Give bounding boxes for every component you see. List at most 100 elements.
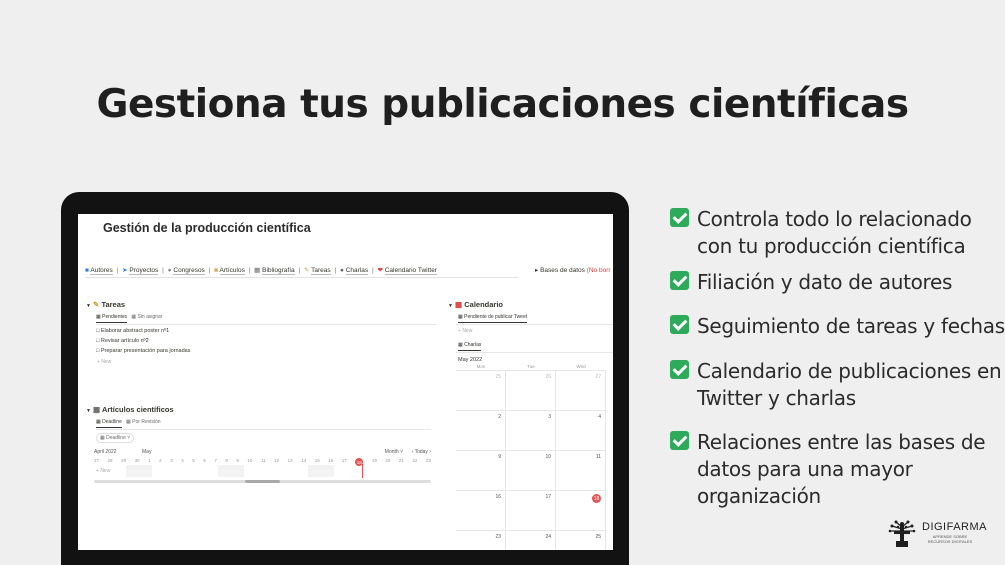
calendar-day-number: 4	[598, 414, 601, 420]
checkmark-icon	[670, 315, 689, 334]
calendar-day-cell[interactable]: 2	[456, 411, 506, 451]
calendar-day-cell[interactable]: 11	[556, 451, 606, 491]
tab-divider	[96, 429, 431, 430]
articulos-heading[interactable]: ▼ ▦ Artículos científicos	[86, 405, 174, 414]
calendar-day-cell[interactable]: 18	[556, 491, 606, 531]
nav-link-calendario-twitter[interactable]: Calendario Twitter	[384, 267, 438, 275]
tab-divider	[456, 352, 613, 353]
calendar-day-cell[interactable]: 24	[506, 531, 556, 550]
checkmark-icon	[670, 208, 689, 227]
tab-pendiente-tweet[interactable]: ▦ Pendiente de publicar Tweet	[458, 314, 528, 323]
nav-link-tareas[interactable]: Tareas	[311, 267, 331, 275]
tab-deadline[interactable]: ▦ Deadline	[96, 419, 122, 428]
new-article-button[interactable]: + New	[96, 468, 110, 474]
feature-item: Filiación y dato de autores	[670, 269, 1005, 296]
calendar-day-number: 3	[548, 414, 551, 420]
new-task-button[interactable]: + New	[97, 359, 111, 365]
weekend-shade	[126, 465, 152, 477]
book-icon: ▦	[93, 405, 101, 414]
timeline-day: 5	[192, 458, 195, 463]
timeline-scroll-thumb[interactable]	[245, 480, 280, 483]
tab-divider	[456, 324, 613, 325]
weekday-header: Tue	[506, 364, 556, 371]
tareas-heading[interactable]: ▼ ✎ Tareas	[86, 300, 125, 309]
calendar-day-cell[interactable]: 27	[556, 371, 606, 411]
nav-link-congresos[interactable]: Congresos	[173, 267, 205, 275]
digifarma-logo: DIGIFARMA APRENDE SOBRE RECURSOS DIGITAL…	[886, 516, 988, 550]
calendar-day-cell[interactable]: 25	[556, 531, 606, 550]
calendar-day-cell[interactable]: 17	[506, 491, 556, 531]
tab-charlas[interactable]: ▦ Charlas	[458, 342, 482, 351]
calendar-day-cell[interactable]: 10	[506, 451, 556, 491]
new-tweet-button[interactable]: + New	[458, 328, 472, 334]
pencil-icon: ✎	[303, 267, 310, 274]
bases-note: (No borr	[586, 267, 611, 274]
timeline-day: 10	[247, 458, 253, 463]
calendar-day-cell[interactable]: 23	[456, 531, 506, 550]
calendar-grid: Mon Tue Wed 25 26 27 2 3 4 9 10 11 16 17 18 23 24 25	[456, 364, 606, 550]
calendar-day-cell[interactable]: 16	[456, 491, 506, 531]
timeline-day: 14	[301, 458, 307, 463]
calendario-tabs: ▦ Pendiente de publicar Tweet	[458, 314, 528, 323]
calendar-icon: ▦	[455, 300, 463, 309]
table-icon: ▦	[96, 314, 101, 320]
checkmark-icon	[670, 360, 689, 379]
calendar-day-number: 2	[498, 414, 501, 420]
notion-screen: Gestión de la producción científica ■ Au…	[78, 214, 613, 550]
articulos-tabs: ▦ Deadline ▦ Por Revisión	[96, 419, 161, 428]
task-item[interactable]: □ Preparar presentación para jornadas	[96, 348, 190, 354]
calendar-day-cell[interactable]: 4	[556, 411, 606, 451]
calendar-day-cell[interactable]: 25	[456, 371, 506, 411]
calendario-heading[interactable]: ▼ ▦ Calendario	[448, 300, 503, 309]
today-button[interactable]: ‹ Today ›	[412, 449, 431, 455]
weekend-shade	[308, 465, 334, 477]
calendar-day-cell[interactable]: 3	[506, 411, 556, 451]
calendar-day-number: 26	[545, 374, 551, 380]
checkmark-icon	[670, 431, 689, 450]
month-view-select[interactable]: Month ˅	[385, 449, 403, 455]
timeline-header: April 2022 May Month ˅ ‹ Today ›	[94, 449, 431, 455]
tab-sin-asignar[interactable]: ▦ Sin asignar	[131, 314, 162, 320]
headline: Gestiona tus publicaciones científicas	[96, 82, 909, 127]
tab-por-revision[interactable]: ▦ Por Revisión	[126, 419, 160, 425]
chevron-left-icon: ‹	[411, 449, 414, 455]
notebook-icon: ■	[214, 267, 219, 274]
timeline-day: 2	[159, 458, 162, 463]
nav-link-bibliografia[interactable]: Bibliografía	[262, 267, 295, 275]
triangle-down-icon: ▼	[86, 408, 91, 414]
chevron-down-icon: ˅	[400, 449, 403, 455]
laptop-mockup: Gestión de la producción científica ■ Au…	[61, 192, 629, 565]
timeline-day: 23	[425, 458, 431, 463]
logo-name: DIGIFARMA	[922, 521, 988, 533]
speech-icon: ●	[339, 267, 344, 274]
deadline-filter[interactable]: ▦ Deadline ˅	[96, 433, 135, 443]
nav-link-charlas[interactable]: Charlas	[345, 267, 369, 275]
nav-link-autores[interactable]: Autores	[90, 267, 113, 275]
user-icon: ■	[85, 267, 89, 274]
timeline-day: 12	[274, 458, 280, 463]
timeline-day: 27	[94, 458, 100, 463]
task-item[interactable]: □ Revisar artículo nº2	[96, 338, 149, 344]
tab-divider	[96, 324, 436, 325]
tab-pendientes[interactable]: ▦ Pendientes	[96, 314, 128, 323]
bases-toggle[interactable]: ▸ Bases de datos (No borr	[535, 266, 611, 274]
tree-logo-icon	[888, 520, 916, 547]
weekday-header: Mon	[456, 364, 506, 371]
calendar-icon: ▦	[458, 342, 463, 348]
calendar-icon: ▦	[100, 435, 105, 441]
nav-link-articulos[interactable]: Artículos	[219, 267, 245, 275]
calendar-day-number: 25	[595, 534, 601, 540]
calendario-tabs-2: ▦ Charlas	[458, 342, 482, 351]
calendar-day-number: 25	[495, 374, 501, 380]
page-icon: □	[96, 328, 100, 334]
page-icon: □	[96, 348, 100, 354]
calendar-day-number: 23	[495, 534, 501, 540]
feature-item: Calendario de publicaciones en Twitter y…	[670, 358, 1005, 412]
nav-link-proyectos[interactable]: Proyectos	[129, 267, 159, 275]
timeline-day: 7	[214, 458, 217, 463]
calendar-day-cell[interactable]: 26	[506, 371, 556, 411]
book-icon: ▦	[254, 267, 261, 274]
task-item[interactable]: □ Elaborar abstract poster nº1	[96, 328, 169, 334]
triangle-down-icon: ▼	[86, 303, 91, 309]
calendar-day-cell[interactable]: 9	[456, 451, 506, 491]
